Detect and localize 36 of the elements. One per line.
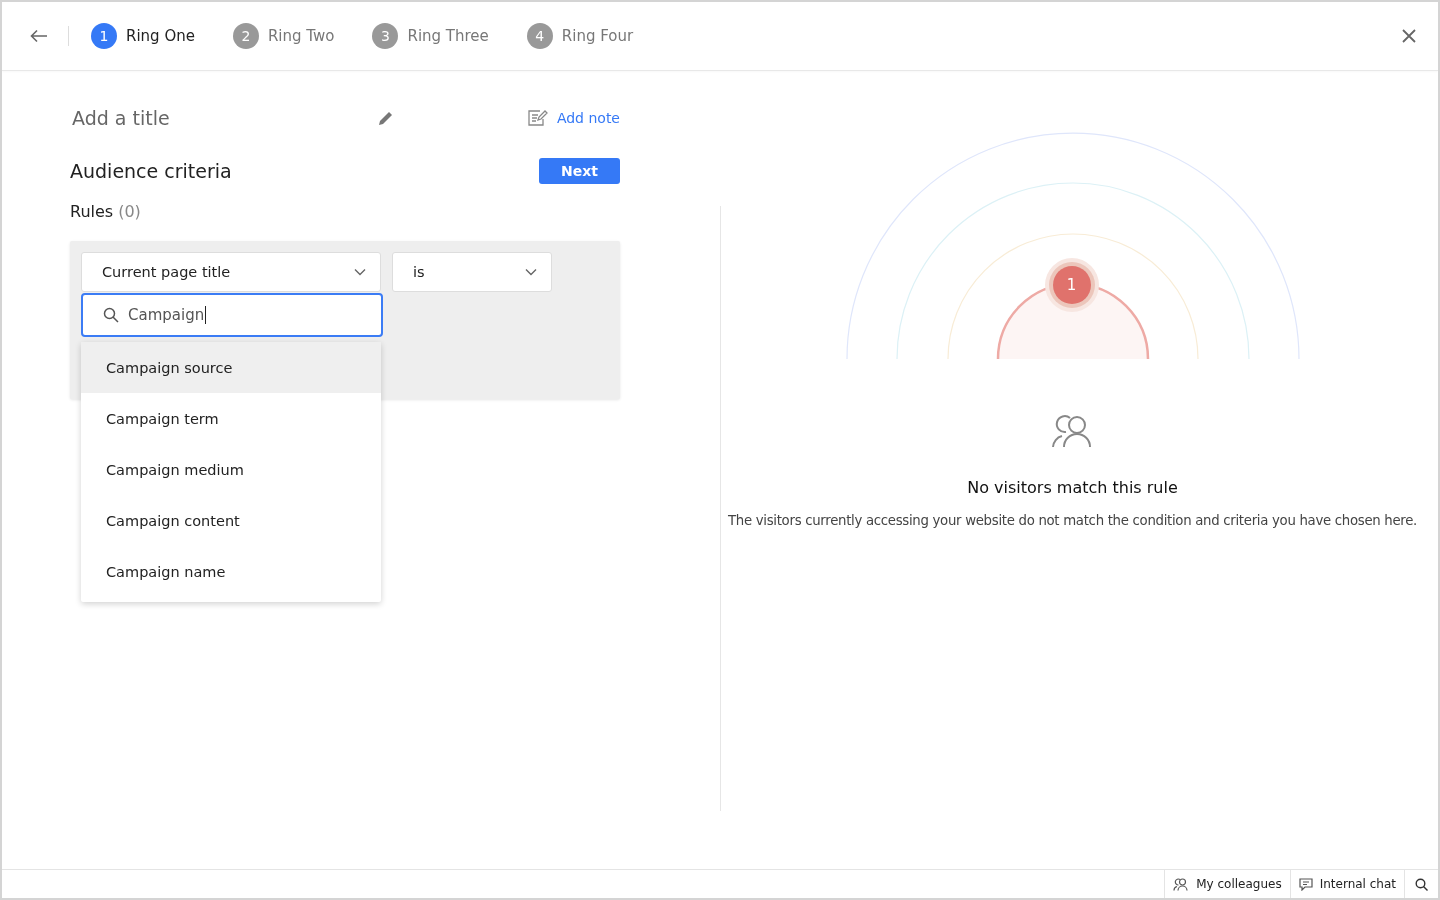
footer-button[interactable]: Internal chat [1289,870,1404,898]
dropdown-option[interactable]: Campaign content [81,495,381,546]
step-number: 3 [372,23,399,49]
dropdown-option[interactable]: Campaign source [81,342,381,393]
empty-state-title: No visitors match this rule [967,478,1178,497]
next-button[interactable]: Next [539,158,620,184]
add-note-link[interactable]: Add note [556,110,620,126]
step-tab[interactable]: 3 Ring Three [372,23,489,49]
note-icon[interactable] [527,110,548,126]
close-icon[interactable] [1402,29,1416,43]
search-field[interactable]: Campaign [81,293,383,337]
rules-label: Rules [70,201,114,221]
pencil-icon[interactable] [377,110,394,126]
step-tab[interactable]: 4 Ring Four [526,23,634,49]
dropdown-option[interactable]: Campaign name [81,546,381,597]
step-tab[interactable]: 2 Ring Two [232,23,335,49]
people-icon [1173,877,1190,891]
step-number: 1 [91,23,117,49]
chevron-down-icon [354,268,366,276]
field-dropdown[interactable]: Current page title [81,252,381,292]
chat-icon [1298,877,1313,891]
chevron-down-icon [525,268,537,276]
dropdown-option[interactable]: Campaign term [81,393,381,444]
dropdown-option[interactable]: Campaign medium [81,444,381,495]
search-icon [103,307,119,323]
step-number: 4 [526,23,553,49]
rules-count: (0) [118,201,141,221]
operator-dropdown[interactable]: is [392,252,552,292]
section-heading: Audience criteria [70,160,232,182]
title-field[interactable]: Add a title [72,107,170,129]
step-number: 2 [232,23,259,49]
step-tab[interactable]: 1 Ring One [91,23,195,49]
search-icon [1415,877,1428,891]
empty-state-description: The visitors currently accessing your website do not match the condition and criteria you have chosen here. [727,513,1418,528]
back-arrow-icon[interactable] [30,29,48,43]
footer-button[interactable]: My colleagues [1164,870,1290,898]
